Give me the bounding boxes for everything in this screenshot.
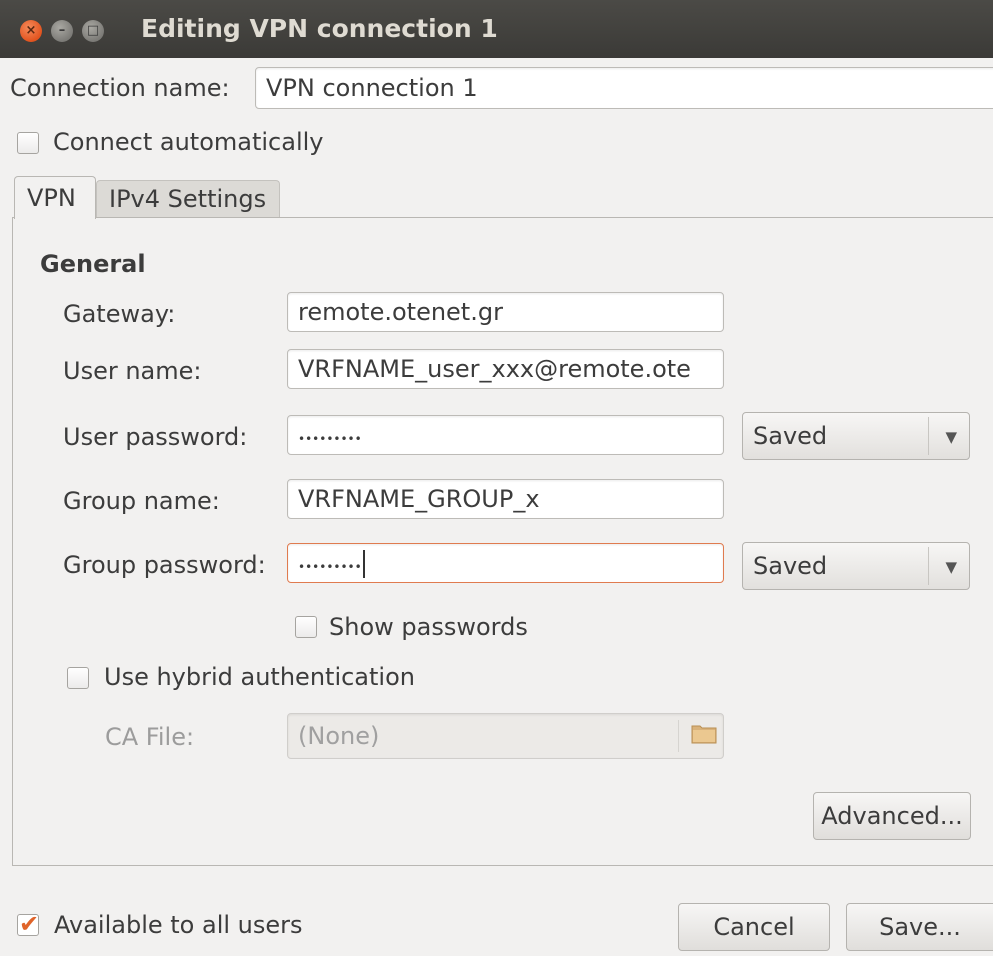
- group-password-mode-select[interactable]: Saved ▼: [742, 542, 970, 590]
- hybrid-auth-label: Use hybrid authentication: [104, 663, 415, 691]
- available-to-all-users-label: Available to all users: [54, 911, 303, 939]
- connect-automatically-checkbox[interactable]: [17, 132, 39, 154]
- ca-file-label: CA File:: [105, 723, 195, 751]
- group-name-input[interactable]: VRFNAME_GROUP_x: [287, 479, 724, 519]
- show-passwords-label: Show passwords: [329, 613, 528, 641]
- minimize-icon: –: [58, 23, 66, 38]
- save-button[interactable]: Save...: [846, 903, 993, 951]
- group-password-mode-value: Saved: [753, 552, 828, 580]
- gateway-label: Gateway:: [63, 300, 176, 328]
- chevron-down-icon: ▼: [945, 428, 957, 446]
- general-heading: General: [40, 250, 146, 278]
- combo-separator: [928, 547, 929, 585]
- user-password-input[interactable]: •••••••••: [287, 415, 724, 455]
- user-password-label: User password:: [63, 423, 248, 451]
- tab-vpn[interactable]: VPN: [14, 176, 96, 219]
- group-password-input[interactable]: •••••••••: [287, 543, 724, 583]
- combo-separator: [928, 417, 929, 455]
- title-bar: × – □ Editing VPN connection 1: [0, 0, 993, 58]
- available-to-all-users-checkbox[interactable]: ✔: [17, 910, 39, 938]
- group-password-mask: •••••••••: [298, 560, 362, 574]
- maximize-icon: □: [86, 23, 100, 38]
- advanced-button[interactable]: Advanced...: [813, 792, 971, 840]
- close-icon: ×: [25, 23, 37, 38]
- window-title: Editing VPN connection 1: [141, 14, 498, 43]
- checkmark-icon: ✔: [19, 910, 40, 938]
- user-password-mode-select[interactable]: Saved ▼: [742, 412, 970, 460]
- user-password-mask: •••••••••: [298, 432, 362, 446]
- tab-ipv4-settings[interactable]: IPv4 Settings: [96, 180, 280, 217]
- window-close-button[interactable]: ×: [20, 20, 42, 42]
- ca-file-value: (None): [298, 722, 380, 750]
- username-label: User name:: [63, 357, 202, 385]
- hybrid-auth-checkbox[interactable]: [67, 667, 89, 689]
- window-maximize-button[interactable]: □: [82, 20, 104, 42]
- gateway-input[interactable]: remote.otenet.gr: [287, 292, 724, 332]
- folder-icon: [691, 725, 717, 744]
- chooser-separator: [678, 720, 679, 752]
- ca-file-chooser[interactable]: (None): [287, 713, 724, 759]
- user-password-mode-value: Saved: [753, 422, 828, 450]
- username-input[interactable]: VRFNAME_user_xxx@remote.ote: [287, 349, 724, 389]
- text-cursor: [362, 550, 365, 578]
- window-minimize-button[interactable]: –: [51, 20, 73, 42]
- connection-name-input[interactable]: VPN connection 1: [255, 67, 993, 109]
- chevron-down-icon: ▼: [945, 558, 957, 576]
- connect-automatically-label: Connect automatically: [53, 128, 324, 156]
- cancel-button[interactable]: Cancel: [678, 903, 830, 951]
- connection-name-label: Connection name:: [10, 74, 230, 102]
- group-password-label: Group password:: [63, 551, 266, 579]
- show-passwords-checkbox[interactable]: [295, 616, 317, 638]
- group-name-label: Group name:: [63, 487, 220, 515]
